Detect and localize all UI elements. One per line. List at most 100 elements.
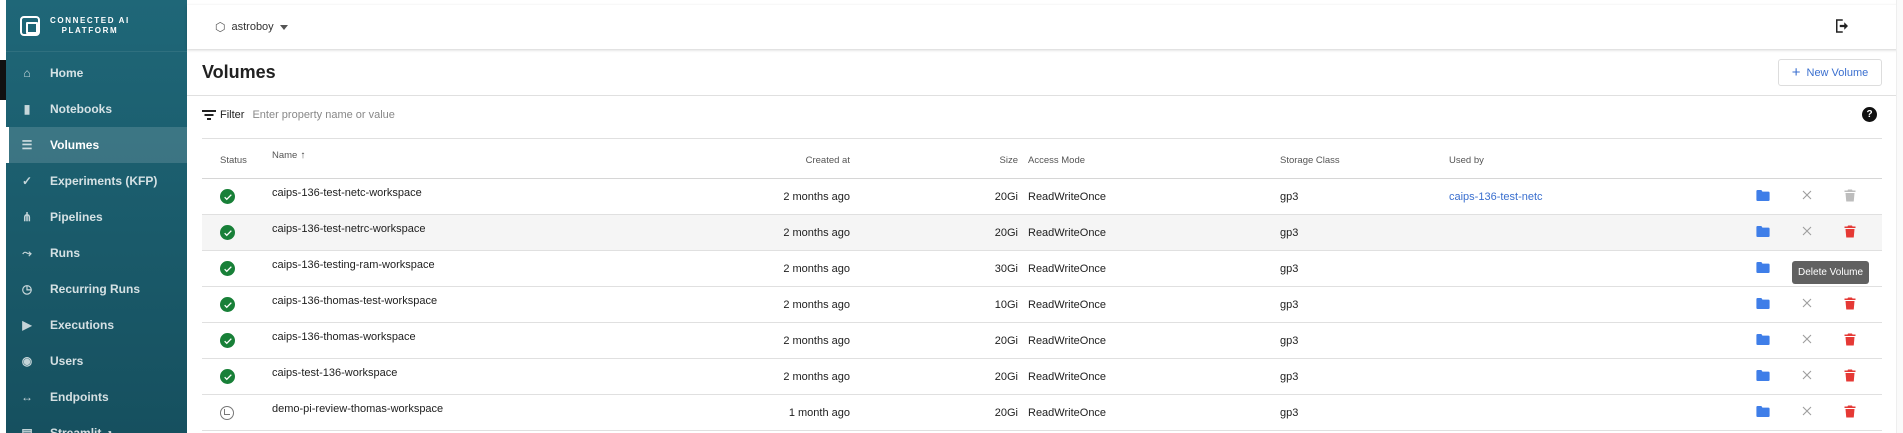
close-button[interactable] — [1801, 297, 1813, 312]
browse-volume-button[interactable] — [1756, 225, 1770, 240]
row-status — [220, 333, 235, 348]
folder-icon — [1756, 333, 1770, 345]
row-created: 2 months ago — [783, 262, 850, 275]
namespace-selector[interactable]: ⬡ astroboy — [215, 20, 288, 34]
cube-icon: ⬡ — [215, 20, 226, 34]
table-row[interactable]: caips-136-thomas-test-workspace 2 months … — [202, 287, 1882, 323]
row-access-mode: ReadWriteOnce — [1028, 298, 1107, 311]
row-name: caips-136-thomas-test-workspace — [272, 295, 438, 307]
new-volume-label: New Volume — [1806, 66, 1869, 79]
table-row[interactable]: caips-136-test-netrc-workspace 2 months a… — [202, 215, 1882, 251]
table-row[interactable]: demo-pi-review-thomas-workspace 1 month a… — [202, 395, 1882, 431]
browse-volume-button[interactable] — [1756, 261, 1770, 276]
header-size[interactable]: Size — [1000, 155, 1018, 166]
filter-icon — [202, 110, 216, 120]
header-name[interactable]: Name ↑ — [272, 150, 305, 161]
delete-volume-button[interactable] — [1844, 297, 1856, 313]
sidebar-item-label: Home — [50, 66, 84, 80]
header-status[interactable]: Status — [220, 155, 247, 166]
delete-volume-button[interactable] — [1844, 225, 1856, 241]
row-name: caips-136-thomas-workspace — [272, 331, 416, 343]
check-icon — [223, 301, 232, 308]
trash-icon — [1844, 225, 1856, 237]
sidebar-item-label: Executions — [50, 318, 115, 332]
folder-icon — [1756, 369, 1770, 381]
play-icon: ▶ — [22, 318, 32, 332]
header-created[interactable]: Created at — [806, 155, 850, 166]
sidebar-item-recurring-runs[interactable]: ◷ Recurring Runs — [6, 271, 187, 307]
filter-input[interactable] — [252, 109, 653, 121]
close-icon — [1802, 226, 1812, 236]
filter-label: Filter — [220, 109, 245, 121]
browse-volume-button[interactable] — [1756, 369, 1770, 384]
row-used-by-link[interactable]: caips-136-test-netc — [1449, 191, 1543, 203]
sidebar-item-runs[interactable]: ⤳ Runs — [6, 235, 187, 271]
row-status — [220, 261, 235, 276]
sidebar-item-notebooks[interactable]: ▮ Notebooks — [6, 91, 187, 127]
check-icon — [223, 337, 232, 344]
sidebar-item-home[interactable]: ⌂ Home — [6, 55, 187, 91]
header-storage-class[interactable]: Storage Class — [1280, 155, 1340, 166]
pipeline-icon: ⋔ — [21, 210, 33, 224]
close-button[interactable] — [1801, 225, 1813, 240]
row-name: caips-test-136-workspace — [272, 367, 398, 379]
help-icon[interactable]: ? — [1862, 107, 1877, 122]
namespace-label: astroboy — [231, 21, 274, 33]
browse-volume-button[interactable] — [1756, 189, 1770, 204]
browse-volume-button[interactable] — [1756, 405, 1770, 420]
close-button[interactable] — [1801, 369, 1813, 384]
sidebar-nav: ⌂ Home ▮ Notebooks ☰ Volumes ✓ Experiments (KFP… — [6, 55, 187, 433]
check-icon — [223, 265, 232, 272]
volumes-table: Status Name ↑ Created at Size Access Mode… — [202, 142, 1882, 431]
sidebar-item-endpoints[interactable]: ↔ Endpoints — [6, 379, 187, 415]
new-volume-button[interactable]: + New Volume — [1778, 59, 1882, 86]
row-storage-class: gp3 — [1280, 406, 1299, 419]
row-created: 1 month ago — [788, 406, 850, 419]
sidebar-item-volumes[interactable]: ☰ Volumes — [6, 127, 187, 163]
sidebar-item-pipelines[interactable]: ⋔ Pipelines — [6, 199, 187, 235]
row-storage-class: gp3 — [1280, 334, 1299, 347]
row-access-mode: ReadWriteOnce — [1028, 334, 1107, 347]
sidebar-item-experiments-kfp[interactable]: ✓ Experiments (KFP) — [6, 163, 187, 199]
sidebar-item-executions[interactable]: ▶ Executions — [6, 307, 187, 343]
delete-volume-button — [1844, 189, 1856, 205]
trash-icon — [1844, 333, 1856, 345]
browse-volume-button[interactable] — [1756, 333, 1770, 348]
table-row[interactable]: caips-136-thomas-workspace 2 months ago 20… — [202, 323, 1882, 359]
run-icon: ⤳ — [22, 245, 32, 260]
checks-icon: ✓ — [21, 174, 33, 188]
browse-volume-button[interactable] — [1756, 297, 1770, 312]
table-row[interactable]: caips-test-136-workspace 2 months ago 20Gi… — [202, 359, 1882, 395]
sidebar-item-label: Notebooks — [50, 102, 113, 116]
sidebar-item-users[interactable]: ◉ Users — [6, 343, 187, 379]
close-button[interactable] — [1801, 405, 1813, 420]
status-ok-icon — [220, 333, 235, 348]
brand-line2: PLATFORM — [61, 25, 119, 35]
sidebar-item-streamlit[interactable]: ▤ Streamlit ↗ — [6, 415, 187, 433]
close-button[interactable] — [1801, 189, 1813, 204]
divider — [187, 95, 1896, 96]
table-body: caips-136-test-netc-workspace 2 months ag… — [202, 179, 1882, 431]
delete-volume-button[interactable] — [1844, 333, 1856, 349]
brand-text: CONNECTED AI PLATFORM — [50, 16, 130, 36]
table-row[interactable]: caips-136-testing-ram-workspace 2 months … — [202, 251, 1882, 287]
row-storage-class: gp3 — [1280, 226, 1299, 239]
close-icon — [1802, 190, 1812, 200]
sidebar: CONNECTED AI PLATFORM ⌂ Home ▮ Notebooks ☰ Vo… — [6, 0, 187, 433]
sidebar-item-label: Pipelines — [50, 210, 103, 224]
brand[interactable]: CONNECTED AI PLATFORM — [6, 0, 187, 52]
header-access-mode[interactable]: Access Mode — [1028, 155, 1085, 166]
table-header: Status Name ↑ Created at Size Access Mode… — [202, 142, 1882, 179]
folder-icon — [1756, 189, 1770, 201]
logout-icon[interactable] — [1833, 17, 1851, 35]
page-scrollbar[interactable] — [1896, 0, 1903, 433]
close-button[interactable] — [1801, 333, 1813, 348]
table-row[interactable]: caips-136-test-netc-workspace 2 months ag… — [202, 179, 1882, 215]
delete-volume-button[interactable] — [1844, 405, 1856, 421]
brand-logo-icon — [20, 15, 40, 36]
delete-volume-button[interactable] — [1844, 369, 1856, 385]
header-used-by[interactable]: Used by — [1449, 155, 1484, 166]
row-name: caips-136-testing-ram-workspace — [272, 259, 435, 271]
chevron-down-icon — [279, 24, 288, 30]
row-access-mode: ReadWriteOnce — [1028, 226, 1107, 239]
